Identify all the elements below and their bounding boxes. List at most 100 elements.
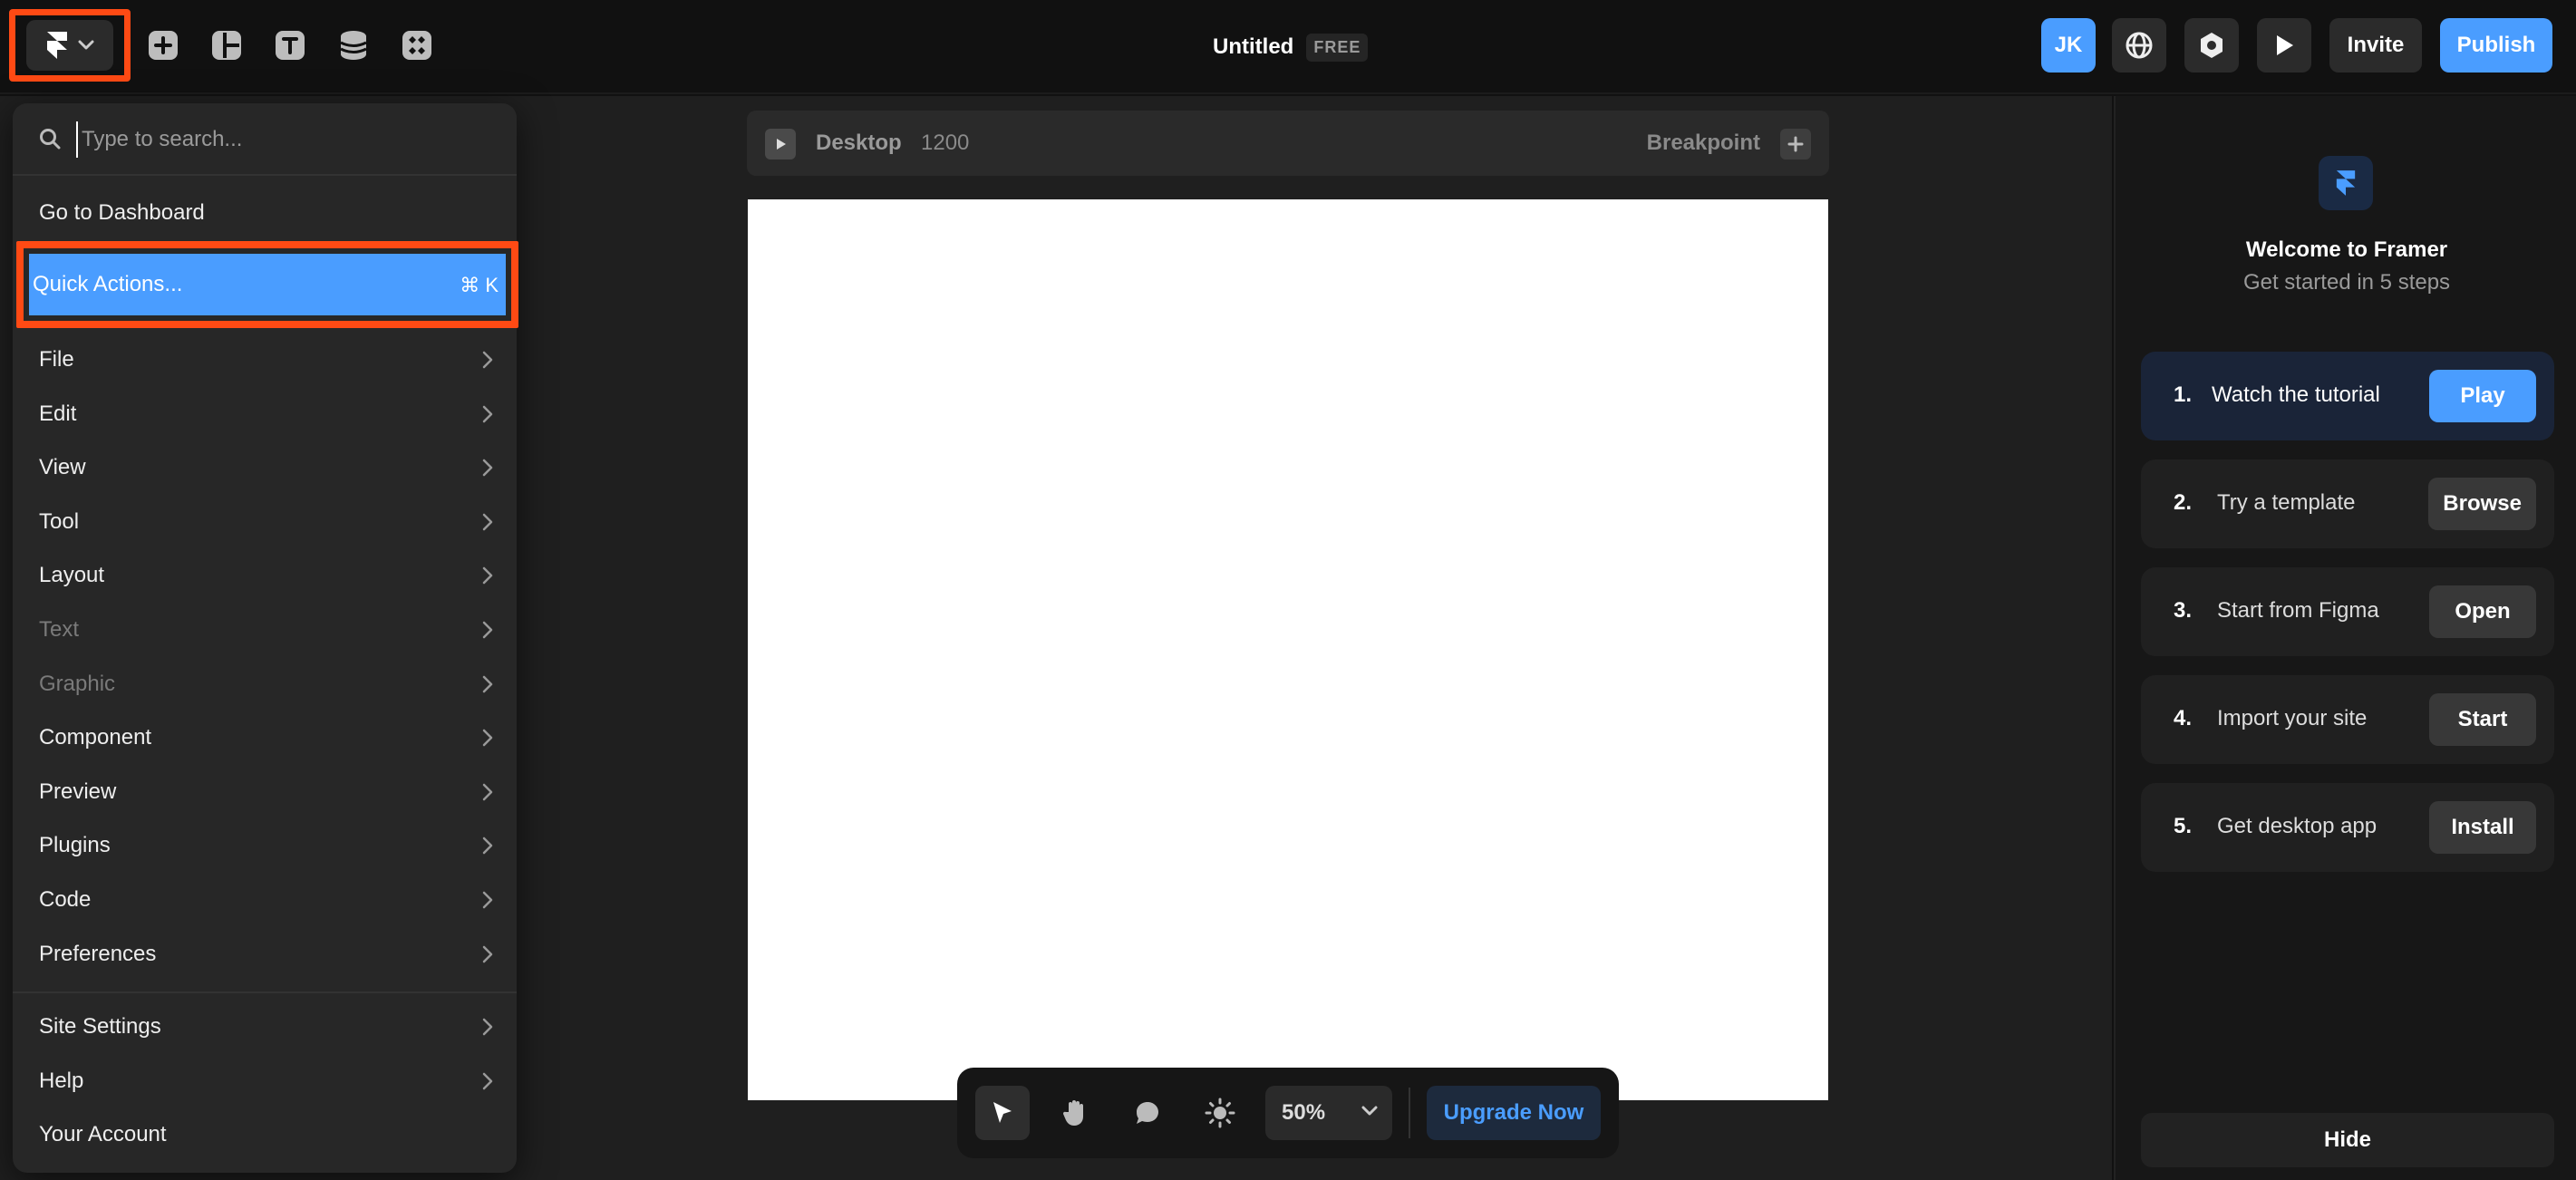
menu-item-label: Site Settings <box>39 1014 161 1039</box>
chevron-right-icon <box>482 513 493 531</box>
breakpoint-play-icon[interactable] <box>765 129 796 160</box>
settings-hexagon-icon[interactable] <box>2184 18 2239 73</box>
zoom-select[interactable]: 50% <box>1265 1086 1392 1140</box>
chevron-right-icon <box>482 783 493 801</box>
insert-icon[interactable] <box>147 29 179 62</box>
user-avatar[interactable]: JK <box>2041 18 2096 73</box>
quick-actions-shortcut: ⌘ K <box>460 274 499 296</box>
step-number: 4. <box>2174 706 2193 730</box>
menu-item-text: Text <box>13 605 517 655</box>
menu-item-file[interactable]: File <box>13 334 517 385</box>
cms-icon[interactable] <box>337 29 370 62</box>
menu-item-preview[interactable]: Preview <box>13 767 517 817</box>
chevron-down-icon <box>1361 1106 1378 1117</box>
menu-item-edit[interactable]: Edit <box>13 389 517 440</box>
menu-item-help[interactable]: Help <box>13 1056 517 1107</box>
step-number: 1. <box>2174 382 2193 407</box>
welcome-panel: Welcome to Framer Get started in 5 steps… <box>2114 96 2576 1180</box>
menu-item-site-settings[interactable]: Site Settings <box>13 1001 517 1052</box>
preview-play-icon[interactable] <box>2257 18 2311 73</box>
menu-search-row <box>13 103 517 176</box>
chevron-right-icon <box>482 405 493 423</box>
cursor-icon[interactable] <box>975 1086 1030 1140</box>
step-label: Import your site <box>2217 706 2368 730</box>
step-label: Try a template <box>2217 490 2356 515</box>
start-import-button[interactable]: Start <box>2429 693 2536 746</box>
chevron-down-icon <box>78 40 94 51</box>
chevron-right-icon <box>482 459 493 477</box>
step-label: Start from Figma <box>2217 598 2379 623</box>
breakpoint-width: 1200 <box>921 131 970 155</box>
install-app-button[interactable]: Install <box>2429 801 2536 854</box>
chevron-right-icon <box>482 891 493 909</box>
play-tutorial-button[interactable]: Play <box>2429 370 2536 422</box>
breakpoint-name[interactable]: Desktop <box>816 131 902 156</box>
menu-item-quick-actions[interactable]: Quick Actions... ⌘ K <box>29 254 506 315</box>
menu-item-component[interactable]: Component <box>13 712 517 763</box>
menu-item-label: Preview <box>39 779 117 804</box>
bottom-toolbar: 50% Upgrade Now <box>957 1068 1619 1158</box>
menu-item-label: Edit <box>39 401 77 426</box>
globe-icon[interactable] <box>2112 18 2166 73</box>
menu-item-plugins[interactable]: Plugins <box>13 820 517 871</box>
search-icon <box>38 127 62 150</box>
menu-item-view[interactable]: View <box>13 442 517 493</box>
browse-templates-button[interactable]: Browse <box>2428 478 2536 530</box>
welcome-title: Welcome to Framer <box>2245 237 2448 262</box>
menu-divider <box>13 991 517 993</box>
welcome-subtitle: Get started in 5 steps <box>2242 270 2451 295</box>
upgrade-now-button[interactable]: Upgrade Now <box>1427 1086 1601 1140</box>
step-card-desktop-app[interactable]: 5. Get desktop app Install <box>2141 783 2554 872</box>
add-breakpoint-icon[interactable] <box>1780 129 1811 160</box>
menu-item-code[interactable]: Code <box>13 875 517 925</box>
components-icon[interactable] <box>401 29 433 62</box>
step-number: 5. <box>2174 814 2193 838</box>
plan-badge: FREE <box>1306 33 1369 62</box>
menu-search-input[interactable] <box>76 121 493 158</box>
menu-item-graphic: Graphic <box>13 659 517 710</box>
step-label: Get desktop app <box>2217 814 2377 838</box>
step-number: 2. <box>2174 490 2193 515</box>
menu-item-label: Tool <box>39 508 80 534</box>
menu-item-layout[interactable]: Layout <box>13 550 517 601</box>
step-card-template[interactable]: 2. Try a template Browse <box>2141 459 2554 548</box>
publish-button[interactable]: Publish <box>2440 18 2552 73</box>
step-number: 3. <box>2174 598 2193 623</box>
chevron-right-icon <box>482 945 493 963</box>
menu-item-label: Your Account <box>39 1122 167 1147</box>
framer-logo-icon <box>45 30 69 61</box>
menu-item-preferences[interactable]: Preferences <box>13 929 517 980</box>
main-menu: Go to Dashboard Quick Actions... ⌘ K Fil… <box>13 103 518 1173</box>
hide-welcome-button[interactable]: Hide <box>2141 1113 2554 1167</box>
quick-actions-label: Quick Actions... <box>33 272 183 296</box>
text-icon[interactable] <box>274 29 306 62</box>
framer-menu-button-inner[interactable] <box>26 20 113 71</box>
desktop-frame[interactable] <box>748 199 1828 1100</box>
menu-item-label: Component <box>39 725 152 750</box>
comment-icon[interactable] <box>1120 1086 1175 1140</box>
step-label: Watch the tutorial <box>2212 382 2380 407</box>
menu-item-label: Code <box>39 887 92 912</box>
theme-sun-icon[interactable] <box>1193 1086 1247 1140</box>
chevron-right-icon <box>482 566 493 585</box>
menu-item-label: Graphic <box>39 671 116 696</box>
menu-item-your-account[interactable]: Your Account <box>13 1109 517 1160</box>
breakpoint-label: Breakpoint <box>1646 131 1760 155</box>
chevron-right-icon <box>482 1018 493 1036</box>
menu-item-dashboard[interactable]: Go to Dashboard <box>13 188 517 238</box>
menu-item-label: Layout <box>39 563 105 588</box>
step-card-import[interactable]: 4. Import your site Start <box>2141 675 2554 764</box>
framer-menu-button[interactable] <box>9 9 131 82</box>
project-name[interactable]: Untitled <box>1213 34 1293 60</box>
chevron-right-icon <box>482 1072 493 1090</box>
invite-button[interactable]: Invite <box>2329 18 2422 73</box>
hand-icon[interactable] <box>1048 1086 1102 1140</box>
chevron-right-icon <box>482 351 493 369</box>
layout-icon[interactable] <box>210 29 243 62</box>
open-figma-button[interactable]: Open <box>2429 585 2536 638</box>
step-card-figma[interactable]: 3. Start from Figma Open <box>2141 567 2554 656</box>
document-title[interactable]: Untitled FREE <box>1213 29 1369 65</box>
menu-item-tool[interactable]: Tool <box>13 497 517 547</box>
quick-actions-highlight: Quick Actions... ⌘ K <box>16 241 518 328</box>
step-card-tutorial[interactable]: 1. Watch the tutorial Play <box>2141 352 2554 440</box>
